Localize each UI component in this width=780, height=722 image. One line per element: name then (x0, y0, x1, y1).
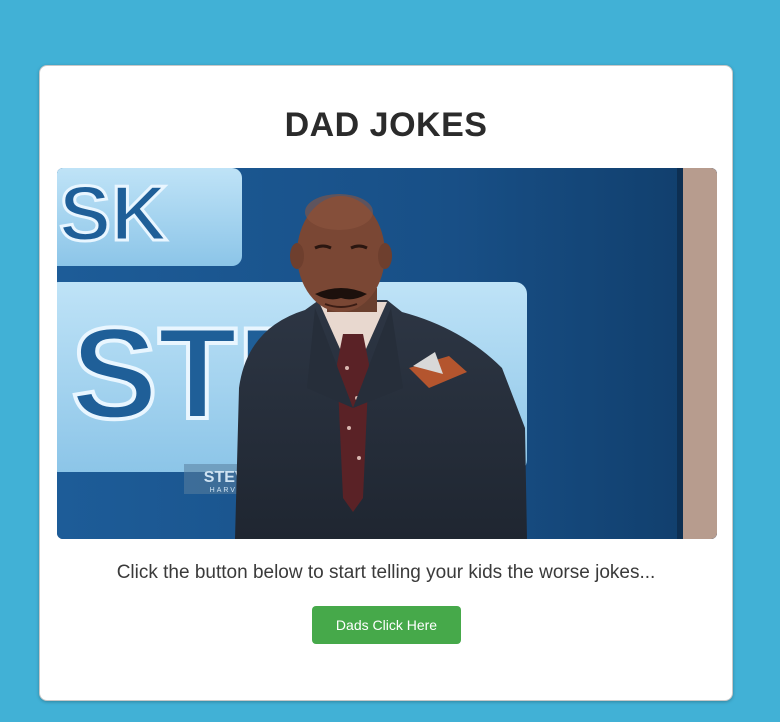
sign-letters-top: SK (59, 169, 167, 257)
instruction-text: Click the button below to start telling … (116, 562, 656, 583)
ask-sign-top: SK (57, 168, 242, 266)
page-title: DAD JOKES (284, 106, 488, 144)
gif-illustration: SK STE STEVE HARVEY (57, 168, 717, 539)
steve-harvey-gif: SK STE STEVE HARVEY (57, 168, 717, 539)
studio-wall-edge (682, 168, 717, 539)
dads-click-here-button[interactable]: Dads Click Here (312, 606, 461, 644)
joke-card: DAD JOKES SK STE STEVE HARVEY Click the … (39, 65, 733, 701)
